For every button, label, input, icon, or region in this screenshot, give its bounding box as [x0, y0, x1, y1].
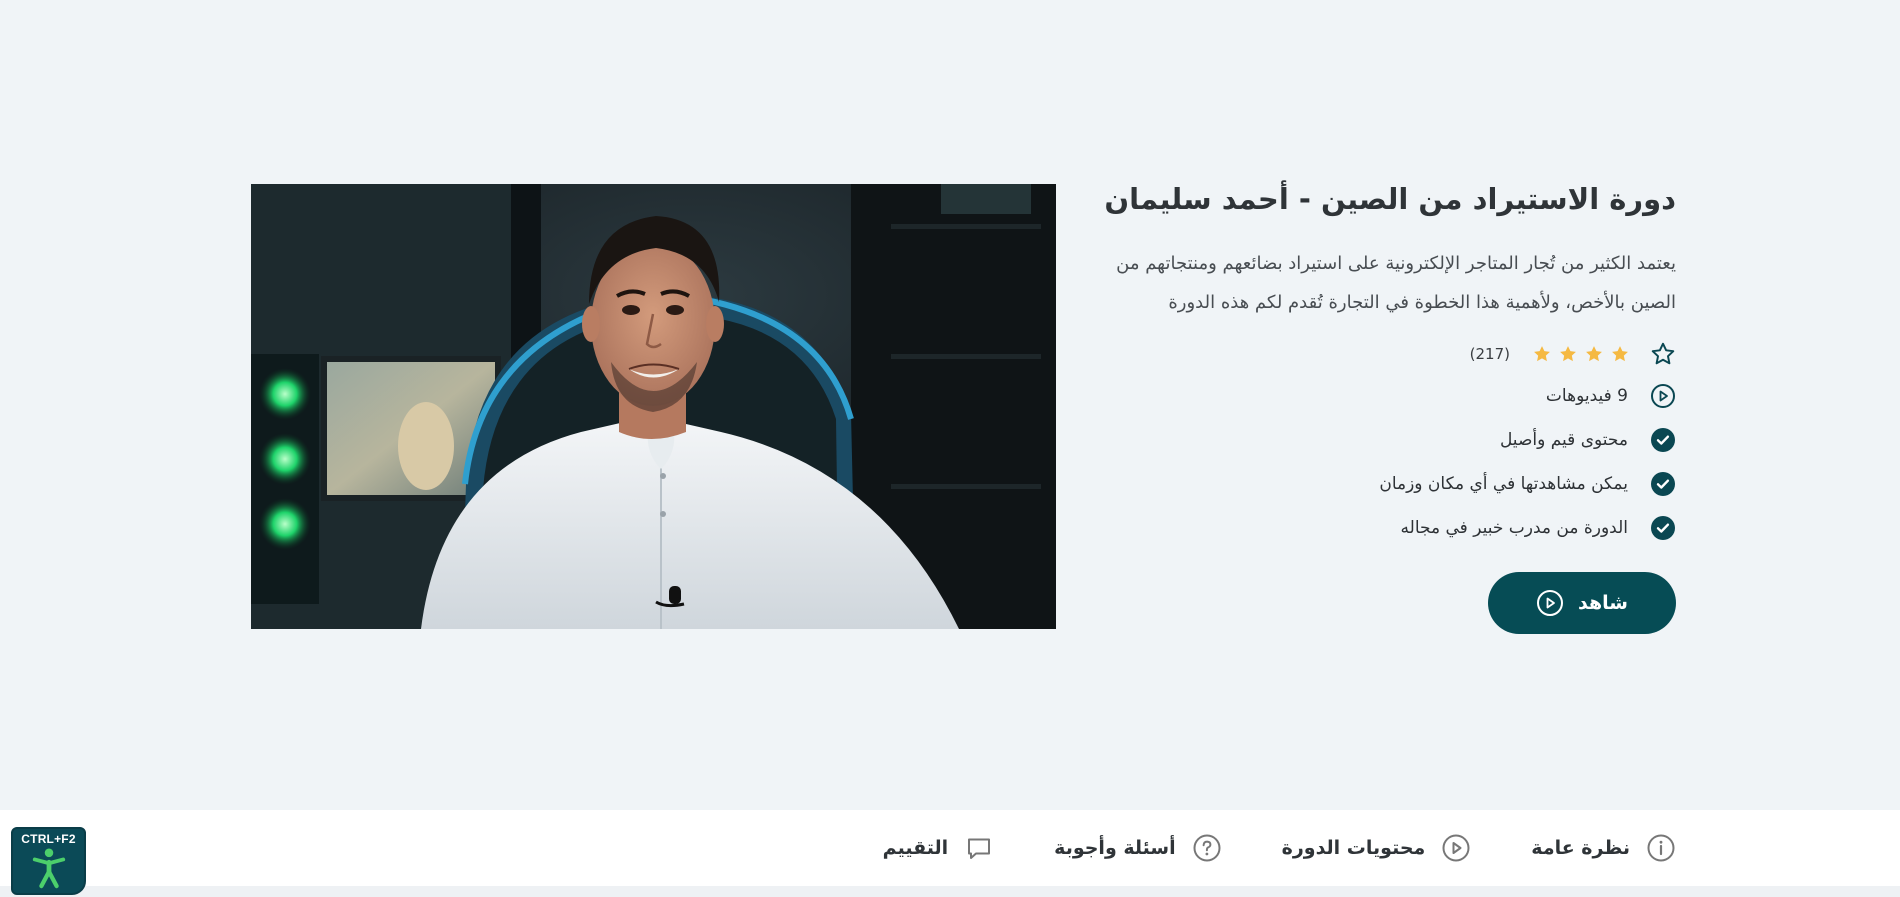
course-title: دورة الاستيراد من الصين - أحمد سليمان: [1104, 182, 1676, 216]
feature-item: يمكن مشاهدتها في أي مكان وزمان: [1056, 462, 1676, 506]
tab-overview-label: نظرة عامة: [1531, 837, 1630, 859]
tab-qa[interactable]: أسئلة وأجوبة: [1054, 810, 1221, 886]
play-circle-icon: [1442, 834, 1470, 862]
feature-item: 9 فيديوهات: [1056, 374, 1676, 418]
play-circle-icon: [1651, 384, 1675, 408]
feature-text: 9 فيديوهات: [1545, 386, 1628, 406]
play-circle-icon: [1537, 590, 1564, 616]
question-icon: [1193, 834, 1221, 862]
course-info: دورة الاستيراد من الصين - أحمد سليمان يع…: [1056, 176, 1676, 634]
feature-text: يمكن مشاهدتها في أي مكان وزمان: [1379, 474, 1628, 494]
star-filled-icon: [1560, 346, 1576, 362]
instructor-photo: [251, 184, 1056, 629]
feature-item: محتوى قيم وأصيل: [1056, 418, 1676, 462]
watch-button-label: شاهد: [1578, 592, 1628, 614]
course-video-thumbnail[interactable]: [251, 184, 1056, 629]
accessibility-widget[interactable]: CTRL+F2: [11, 827, 86, 895]
course-hero: دورة الاستيراد من الصين - أحمد سليمان يع…: [0, 0, 1900, 810]
tab-overview[interactable]: نظرة عامة: [1531, 810, 1676, 886]
check-circle-icon: [1651, 428, 1675, 452]
course-description: يعتمد الكثير من تُجار المتاجر الإلكتروني…: [1116, 253, 1676, 313]
star-outline-icon[interactable]: [1650, 341, 1676, 367]
tab-course-contents[interactable]: محتويات الدورة: [1282, 810, 1472, 886]
tab-qa-label: أسئلة وأجوبة: [1054, 837, 1176, 859]
star-filled-icon: [1534, 346, 1550, 362]
star-filled-icon: [1586, 346, 1602, 362]
course-tabs: نظرة عامة محتويات الدورة أسئلة وأجوبة ال…: [883, 810, 1676, 886]
tab-reviews-label: التقييم: [882, 837, 949, 859]
feature-text: محتوى قيم وأصيل: [1499, 430, 1628, 450]
rating-stars: [1532, 344, 1630, 364]
accessibility-person-icon: [32, 848, 65, 889]
tab-reviews[interactable]: التقييم: [883, 810, 995, 886]
info-icon: [1647, 834, 1675, 862]
accessibility-shortcut: CTRL+F2: [21, 832, 76, 846]
watch-button[interactable]: شاهد: [1488, 572, 1676, 634]
check-circle-icon: [1651, 516, 1675, 540]
feature-list: 9 فيديوهات محتوى قيم وأصيل يمكن مشاهدتها…: [1056, 374, 1676, 550]
star-filled-icon: [1612, 346, 1628, 362]
comment-icon: [968, 838, 991, 859]
tab-course-contents-label: محتويات الدورة: [1281, 837, 1426, 859]
check-circle-icon: [1651, 472, 1675, 496]
rating-row: (217): [1056, 334, 1676, 374]
page-bottom-strip: [0, 886, 1900, 897]
course-tabs-bar: نظرة عامة محتويات الدورة أسئلة وأجوبة ال…: [0, 810, 1900, 886]
feature-item: الدورة من مدرب خبير في مجاله: [1056, 506, 1676, 550]
feature-text: الدورة من مدرب خبير في مجاله: [1400, 518, 1628, 538]
rating-count: (217): [1469, 345, 1510, 363]
